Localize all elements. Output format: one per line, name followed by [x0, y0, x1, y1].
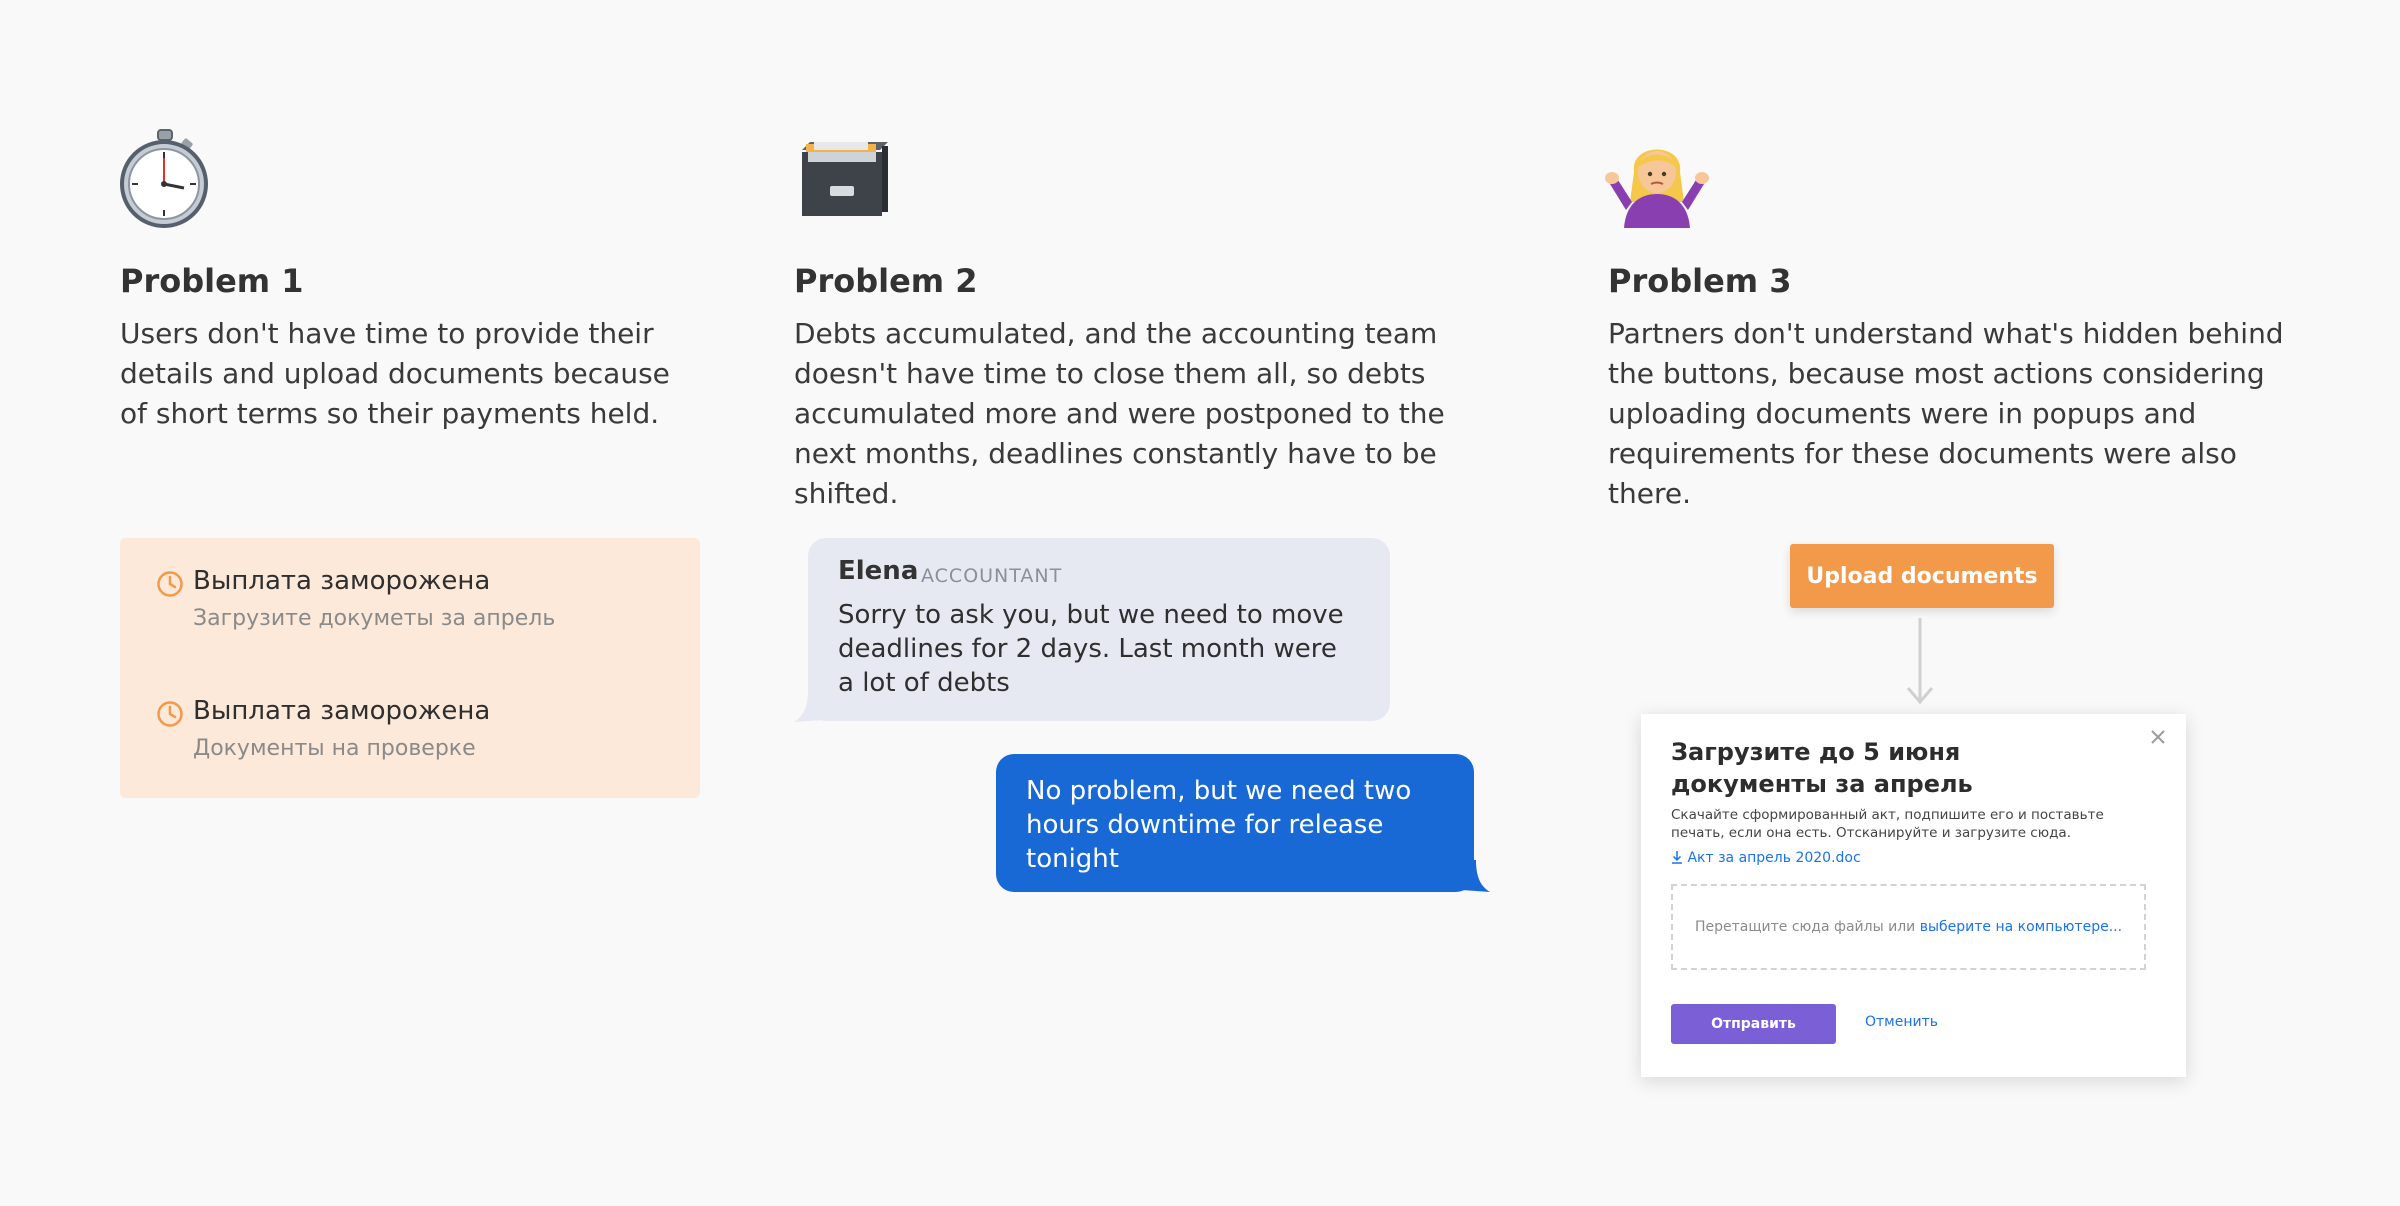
file-dropzone[interactable]: Перетащите сюда файлы или выберите на ко… [1671, 884, 2146, 970]
modal-description: Скачайте сформированный акт, подпишите е… [1671, 807, 2104, 841]
incoming-message-text: Sorry to ask you, but we need to move de… [838, 600, 1344, 698]
arrow-down-icon [1906, 618, 1934, 705]
freeze-item-subtitle: Загрузите докуметы за апрель [193, 606, 556, 631]
outgoing-message-text: No problem, but we need two hours downti… [1026, 776, 1412, 874]
close-icon[interactable] [2147, 726, 2169, 748]
problem-2-text: Debts accumulated, and the accounting te… [794, 317, 1445, 510]
incoming-message: Elena ACCOUNTANT Sorry to ask you, but w… [808, 538, 1390, 721]
sender-role: ACCOUNTANT [921, 565, 1063, 587]
freeze-item-title: Выплата заморожена [193, 696, 491, 726]
problem-2-title: Problem 2 [794, 262, 978, 300]
problem-3-text: Partners don't understand what's hidden … [1608, 317, 2284, 510]
outgoing-message: No problem, but we need two hours downti… [996, 754, 1474, 892]
cancel-link[interactable]: Отменить [1865, 1014, 1938, 1030]
download-file-label: Акт за апрель 2020.doc [1687, 850, 1861, 866]
clock-icon [156, 570, 184, 602]
shrugging-woman-icon [1604, 132, 1710, 232]
download-icon [1672, 851, 1682, 864]
problem-1-title: Problem 1 [120, 262, 304, 300]
sender-name: Elena [838, 556, 919, 586]
freeze-item-subtitle: Документы на проверке [193, 736, 476, 761]
submit-button[interactable]: Отправить [1671, 1004, 1836, 1044]
stopwatch-icon [118, 126, 210, 234]
problem-3-title: Problem 3 [1608, 262, 1792, 300]
clock-icon [156, 700, 184, 732]
freeze-item-title: Выплата заморожена [193, 566, 491, 596]
modal-title: Загрузите до 5 июня документы за апрель [1671, 738, 1973, 798]
dropzone-text: Перетащите сюда файлы или [1694, 919, 1916, 935]
upload-modal: Загрузите до 5 июня документы за апрель … [1641, 714, 2186, 1077]
upload-documents-button[interactable]: Upload documents [1790, 544, 2054, 608]
download-file-link[interactable]: Акт за апрель 2020.doc [1671, 850, 1861, 866]
choose-file-link[interactable]: выберите на компьютере... [1920, 919, 2122, 935]
problem-1-text: Users don't have time to provide their d… [120, 317, 670, 430]
payment-frozen-card: Выплата заморожена Загрузите докуметы за… [120, 538, 700, 798]
card-file-box-icon [796, 138, 890, 222]
